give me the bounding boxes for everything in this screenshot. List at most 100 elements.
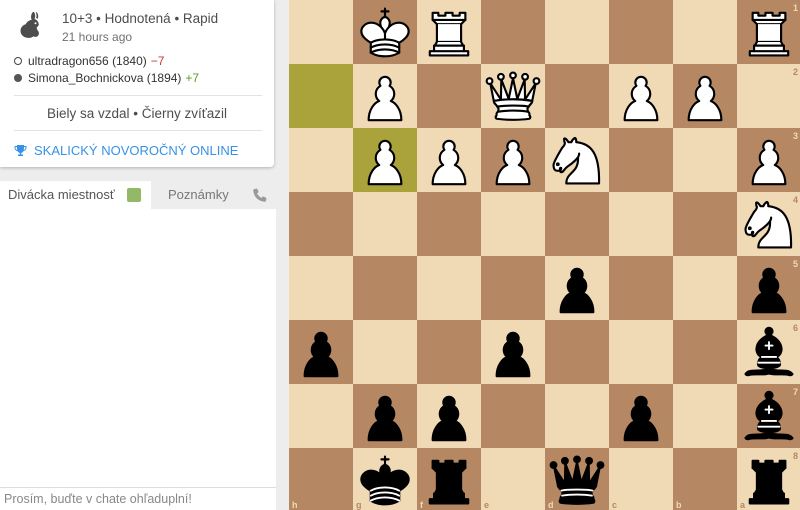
white-pawn-icon[interactable] bbox=[417, 128, 481, 192]
square-d1[interactable] bbox=[545, 0, 609, 64]
square-a6[interactable]: 6 bbox=[737, 320, 800, 384]
square-b4[interactable] bbox=[673, 192, 737, 256]
square-a8[interactable]: 8a bbox=[737, 448, 800, 510]
square-a3[interactable]: 3 bbox=[737, 128, 800, 192]
player-white[interactable]: ultradragon656 (1840) −7 bbox=[14, 54, 164, 68]
square-b5[interactable] bbox=[673, 256, 737, 320]
square-f4[interactable] bbox=[417, 192, 481, 256]
square-f1[interactable] bbox=[417, 0, 481, 64]
white-rook-icon[interactable] bbox=[417, 0, 481, 64]
square-c1[interactable] bbox=[609, 0, 673, 64]
square-e1[interactable] bbox=[481, 0, 545, 64]
white-knight-icon[interactable] bbox=[737, 192, 800, 256]
white-pawn-icon[interactable] bbox=[737, 128, 800, 192]
square-b6[interactable] bbox=[673, 320, 737, 384]
square-c8[interactable]: c bbox=[609, 448, 673, 510]
square-f2[interactable] bbox=[417, 64, 481, 128]
square-b3[interactable] bbox=[673, 128, 737, 192]
tab-notes[interactable]: Poznámky bbox=[151, 181, 276, 209]
square-c4[interactable] bbox=[609, 192, 673, 256]
chess-board[interactable]: 1 2 34567 h gfe dc b 8a bbox=[289, 0, 800, 510]
square-d4[interactable] bbox=[545, 192, 609, 256]
square-e7[interactable] bbox=[481, 384, 545, 448]
square-b2[interactable] bbox=[673, 64, 737, 128]
square-h3[interactable] bbox=[289, 128, 353, 192]
square-b8[interactable]: b bbox=[673, 448, 737, 510]
white-rook-icon[interactable] bbox=[737, 0, 800, 64]
square-d5[interactable] bbox=[545, 256, 609, 320]
black-pawn-icon[interactable] bbox=[481, 320, 545, 384]
chat-input[interactable] bbox=[0, 487, 276, 510]
square-f8[interactable]: f bbox=[417, 448, 481, 510]
square-d2[interactable] bbox=[545, 64, 609, 128]
black-pawn-icon[interactable] bbox=[417, 384, 481, 448]
square-h1[interactable] bbox=[289, 0, 353, 64]
black-rook-icon[interactable] bbox=[417, 448, 481, 510]
square-d8[interactable]: d bbox=[545, 448, 609, 510]
black-rook-icon[interactable] bbox=[737, 448, 800, 510]
square-a2[interactable]: 2 bbox=[737, 64, 800, 128]
square-d6[interactable] bbox=[545, 320, 609, 384]
square-h7[interactable] bbox=[289, 384, 353, 448]
square-e3[interactable] bbox=[481, 128, 545, 192]
white-king-icon[interactable] bbox=[353, 0, 417, 64]
game-meta: 10+3 • Hodnotená • Rapid bbox=[62, 11, 219, 26]
black-pawn-icon[interactable] bbox=[737, 256, 800, 320]
white-pawn-icon[interactable] bbox=[353, 64, 417, 128]
square-c7[interactable] bbox=[609, 384, 673, 448]
white-pawn-icon[interactable] bbox=[609, 64, 673, 128]
square-f5[interactable] bbox=[417, 256, 481, 320]
square-e6[interactable] bbox=[481, 320, 545, 384]
square-g4[interactable] bbox=[353, 192, 417, 256]
square-h6[interactable] bbox=[289, 320, 353, 384]
phone-icon[interactable] bbox=[252, 187, 268, 203]
white-pawn-icon[interactable] bbox=[673, 64, 737, 128]
black-bishop-icon[interactable] bbox=[737, 384, 800, 448]
square-f6[interactable] bbox=[417, 320, 481, 384]
square-c3[interactable] bbox=[609, 128, 673, 192]
square-f3[interactable] bbox=[417, 128, 481, 192]
square-c5[interactable] bbox=[609, 256, 673, 320]
square-e4[interactable] bbox=[481, 192, 545, 256]
square-h5[interactable] bbox=[289, 256, 353, 320]
tab-spectator-room[interactable]: Divácka miestnosť bbox=[0, 181, 151, 209]
square-a7[interactable]: 7 bbox=[737, 384, 800, 448]
square-c2[interactable] bbox=[609, 64, 673, 128]
black-pawn-icon[interactable] bbox=[609, 384, 673, 448]
chat-toggle[interactable] bbox=[127, 188, 141, 202]
white-pawn-icon[interactable] bbox=[353, 128, 417, 192]
black-bishop-icon[interactable] bbox=[737, 320, 800, 384]
square-h4[interactable] bbox=[289, 192, 353, 256]
player-black[interactable]: Simona_Bochnickova (1894) +7 bbox=[14, 71, 199, 85]
black-pawn-icon[interactable] bbox=[353, 384, 417, 448]
square-g2[interactable] bbox=[353, 64, 417, 128]
square-h8[interactable]: h bbox=[289, 448, 353, 510]
square-b7[interactable] bbox=[673, 384, 737, 448]
square-g6[interactable] bbox=[353, 320, 417, 384]
black-king-icon[interactable] bbox=[353, 448, 417, 510]
square-b1[interactable] bbox=[673, 0, 737, 64]
square-e8[interactable]: e bbox=[481, 448, 545, 510]
white-knight-icon[interactable] bbox=[545, 128, 609, 192]
square-d7[interactable] bbox=[545, 384, 609, 448]
black-pawn-icon[interactable] bbox=[545, 256, 609, 320]
square-d3[interactable] bbox=[545, 128, 609, 192]
black-queen-icon[interactable] bbox=[545, 448, 609, 510]
square-f7[interactable] bbox=[417, 384, 481, 448]
square-c6[interactable] bbox=[609, 320, 673, 384]
square-g1[interactable] bbox=[353, 0, 417, 64]
square-h2[interactable] bbox=[289, 64, 353, 128]
white-pawn-icon[interactable] bbox=[481, 128, 545, 192]
black-pawn-icon[interactable] bbox=[289, 320, 353, 384]
square-a4[interactable]: 4 bbox=[737, 192, 800, 256]
square-g8[interactable]: g bbox=[353, 448, 417, 510]
white-queen-icon[interactable] bbox=[481, 64, 545, 128]
tournament-link[interactable]: SKALICKÝ NOVOROČNÝ ONLINE bbox=[14, 143, 238, 158]
square-e5[interactable] bbox=[481, 256, 545, 320]
square-g7[interactable] bbox=[353, 384, 417, 448]
square-e2[interactable] bbox=[481, 64, 545, 128]
square-g3[interactable] bbox=[353, 128, 417, 192]
square-a5[interactable]: 5 bbox=[737, 256, 800, 320]
square-a1[interactable]: 1 bbox=[737, 0, 800, 64]
square-g5[interactable] bbox=[353, 256, 417, 320]
